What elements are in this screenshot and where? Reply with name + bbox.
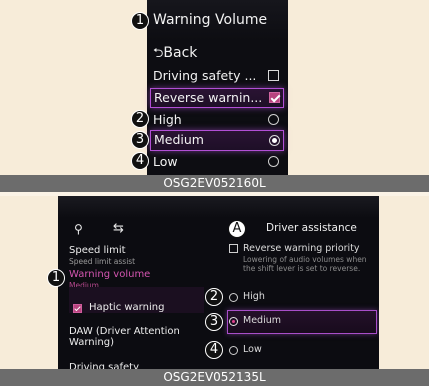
menu-item-daw[interactable]: DAW (Driver Attention Warning) xyxy=(69,326,199,348)
menu-item-speed-limit[interactable]: Speed limit xyxy=(69,245,126,256)
reverse-warning-priority-checkbox[interactable] xyxy=(229,244,238,253)
warning-volume-screen: Warning Volume ⮌Back Driving safety ... … xyxy=(147,0,288,175)
page-title: Warning Volume xyxy=(153,12,268,28)
reverse-warning-priority-label[interactable]: Reverse warning priority xyxy=(243,243,360,254)
menu-item-haptic-warning[interactable]: Haptic warning xyxy=(89,302,164,313)
option-low[interactable]: Low xyxy=(153,152,281,172)
option-label: Medium xyxy=(154,132,204,147)
option-label: High xyxy=(153,112,182,127)
reverse-warning-checkbox[interactable] xyxy=(269,92,280,103)
medium-radio[interactable] xyxy=(269,135,280,146)
menu-item-reverse-warning[interactable]: Reverse warnin... xyxy=(150,88,284,108)
option-medium[interactable]: Medium xyxy=(243,315,281,326)
callout-4: 4 xyxy=(131,152,149,170)
haptic-warning-checkbox[interactable] xyxy=(73,304,82,313)
option-label: Low xyxy=(153,154,178,169)
callout-3: 3 xyxy=(205,313,223,331)
menu-item-warning-volume[interactable]: Warning volume xyxy=(69,269,150,280)
callout-3: 3 xyxy=(131,131,149,149)
top-screenshot-panel: Warning Volume ⮌Back Driving safety ... … xyxy=(0,0,429,192)
menu-item-label: Driving safety ... xyxy=(153,68,257,83)
callout-1: 1 xyxy=(131,12,149,30)
bottom-screenshot-panel: ⚲ ⇆ Speed limit Speed limit assist Warni… xyxy=(0,196,429,386)
back-button[interactable]: ⮌Back xyxy=(153,44,197,66)
reverse-warning-description: Lowering of audio volumes when the shift… xyxy=(243,255,367,273)
callout-4: 4 xyxy=(205,341,223,359)
high-radio[interactable] xyxy=(229,293,238,302)
medium-radio[interactable] xyxy=(229,317,238,326)
back-arrow-icon: ⮌ xyxy=(153,46,164,61)
section-title: Driver assistance xyxy=(266,222,357,234)
low-radio[interactable] xyxy=(229,346,238,355)
high-radio[interactable] xyxy=(268,114,279,125)
callout-a: A xyxy=(228,220,246,238)
low-radio[interactable] xyxy=(268,156,279,167)
driving-safety-checkbox[interactable] xyxy=(268,70,279,81)
search-icon[interactable]: ⚲ xyxy=(74,222,83,236)
option-medium[interactable]: Medium xyxy=(150,130,284,151)
menu-item-label: Reverse warnin... xyxy=(154,90,263,105)
settings-left-column: ⚲ ⇆ Speed limit Speed limit assist Warni… xyxy=(58,196,216,370)
callout-2: 2 xyxy=(205,288,223,306)
swap-icon[interactable]: ⇆ xyxy=(113,221,124,236)
option-high[interactable]: High xyxy=(153,110,281,130)
menu-item-subtitle: Speed limit assist xyxy=(69,257,136,266)
figure-caption: OSG2EV052160L xyxy=(0,175,429,192)
back-label: Back xyxy=(163,45,198,61)
option-high[interactable]: High xyxy=(243,291,265,302)
menu-item-driving-safety[interactable]: Driving safety ... xyxy=(153,66,281,86)
figure-caption: OSG2EV052135L xyxy=(0,369,429,386)
option-low[interactable]: Low xyxy=(243,344,262,355)
callout-2: 2 xyxy=(131,110,149,128)
callout-1: 1 xyxy=(47,269,65,287)
